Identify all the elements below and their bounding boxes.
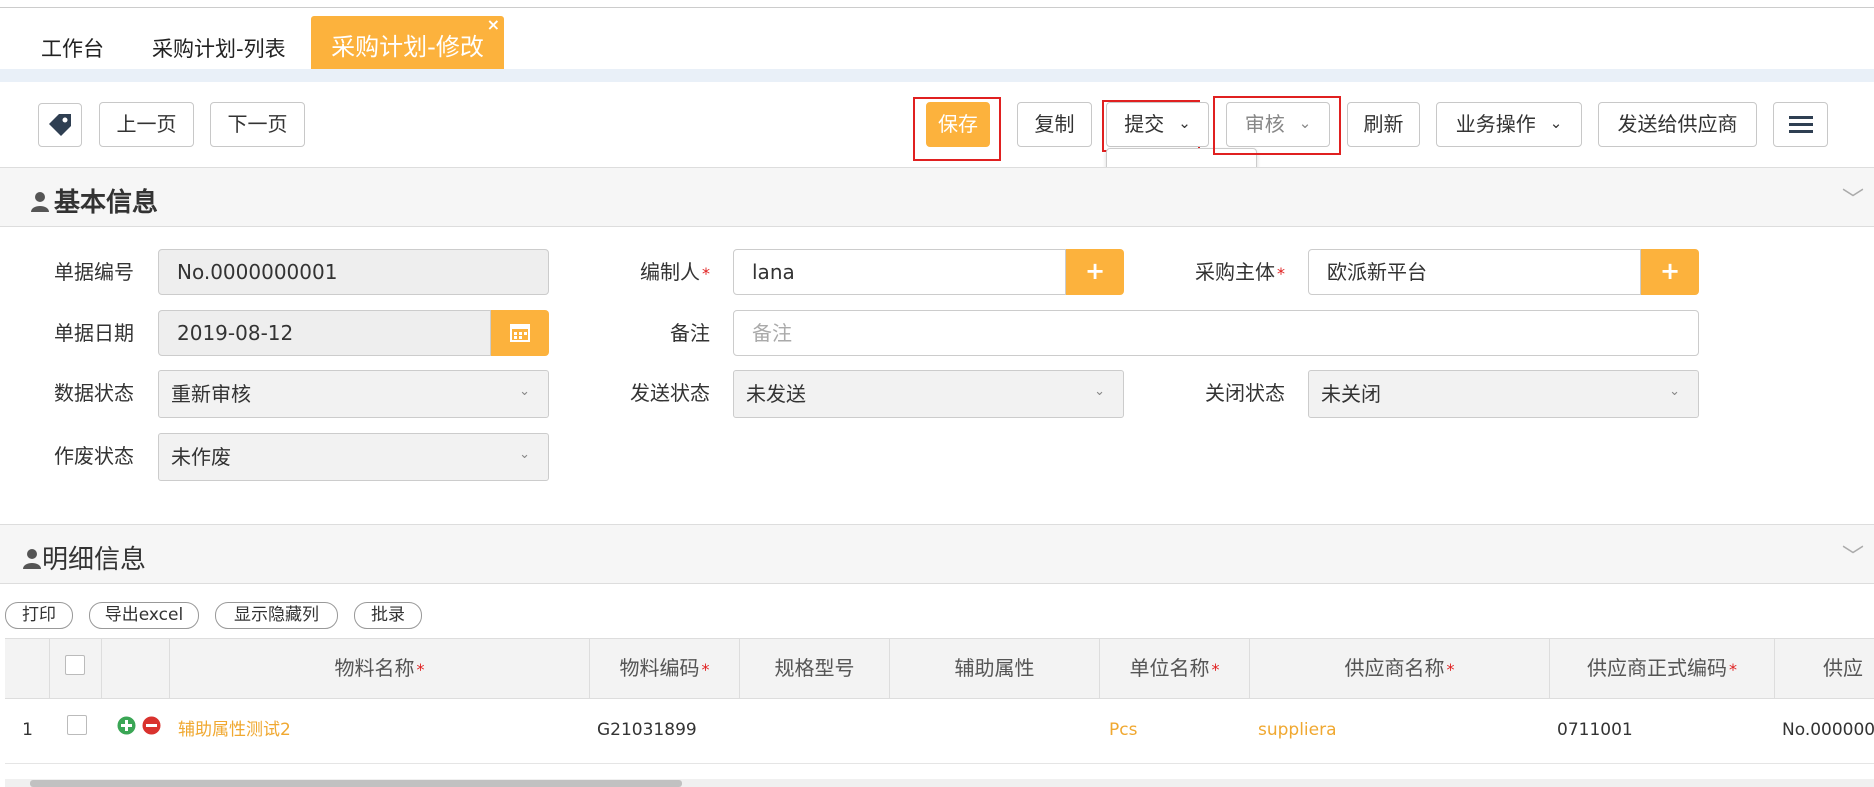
doc-no-field: No.0000000001 (158, 249, 549, 295)
tabbar-divider (0, 69, 1874, 82)
col-unit-name[interactable]: 单位名称 * (1100, 638, 1250, 699)
add-row-icon[interactable] (117, 716, 136, 739)
business-ops-dropdown-button[interactable]: 业务操作 ⌄ (1436, 102, 1582, 147)
batch-entry-button[interactable]: 批录 (354, 602, 422, 629)
tag-button[interactable] (38, 103, 82, 147)
col-index-header (5, 638, 50, 699)
menu-button[interactable] (1773, 102, 1828, 147)
business-ops-label: 业务操作 (1455, 112, 1536, 136)
next-page-button[interactable]: 下一页 (210, 102, 305, 147)
chevron-down-icon: ⌄ (519, 384, 530, 399)
chevron-down-icon: ⌄ (519, 447, 530, 462)
col-aux-attr[interactable]: 辅助属性 (890, 638, 1100, 699)
plus-icon: + (1659, 257, 1681, 285)
author-add-button[interactable]: + (1066, 249, 1124, 295)
calendar-button[interactable] (491, 310, 549, 356)
basic-info-header[interactable]: 基本信息 ﹀ (0, 167, 1874, 227)
review-dropdown-button[interactable]: 审核 ⌄ (1226, 102, 1330, 147)
col-spec[interactable]: 规格型号 (740, 638, 890, 699)
prev-page-button[interactable]: 上一页 (99, 102, 194, 147)
chevron-down-icon: ⌄ (1178, 114, 1191, 132)
cell-supplier-no: No.0000000 (1782, 720, 1874, 740)
close-status-label: 关闭状态 (1205, 381, 1285, 405)
data-status-label: 数据状态 (54, 381, 134, 405)
tab-purchase-plan-edit[interactable]: 采购计划-修改 × (311, 16, 504, 69)
hamburger-icon (1788, 116, 1813, 133)
send-status-label: 发送状态 (630, 381, 710, 405)
chevron-down-icon: ⌄ (1298, 114, 1312, 132)
send-status-select[interactable]: 未发送 ⌄ (733, 370, 1124, 418)
copy-button[interactable]: 复制 (1017, 102, 1092, 147)
row-checkbox[interactable] (67, 715, 87, 735)
cell-material-name[interactable]: 辅助属性测试2 (178, 699, 578, 764)
chevron-down-icon: ⌄ (1549, 114, 1563, 132)
doc-no-label: 单据编号 (54, 260, 134, 284)
data-status-select[interactable]: 重新审核 ⌄ (158, 370, 549, 418)
void-status-label: 作废状态 (54, 444, 134, 468)
col-select-header (50, 638, 102, 699)
author-field[interactable]: lana (733, 249, 1066, 295)
cell-aux-attr (897, 699, 1097, 764)
plus-icon: + (1084, 257, 1106, 285)
doc-date-field[interactable]: 2019-08-12 (158, 310, 491, 356)
col-material-name[interactable]: 物料名称 * (170, 638, 590, 699)
void-status-select[interactable]: 未作废 ⌄ (158, 433, 549, 481)
scrollbar-thumb[interactable] (30, 780, 682, 787)
tab-active-label: 采购计划-修改 (331, 33, 484, 61)
tab-purchase-plan-list[interactable]: 采购计划-列表 (140, 16, 298, 69)
chevron-down-icon: ⌄ (1094, 384, 1105, 399)
toggle-columns-button[interactable]: 显示隐藏列 (215, 602, 338, 629)
close-status-select[interactable]: 未关闭 ⌄ (1308, 370, 1699, 418)
chevron-down-icon: ⌄ (1669, 384, 1680, 399)
calendar-icon (510, 324, 530, 342)
cell-material-code: G21031899 (597, 720, 697, 740)
export-excel-button[interactable]: 导出excel (89, 602, 199, 629)
cell-spec (747, 699, 887, 764)
send-to-supplier-button[interactable]: 发送给供应商 (1598, 102, 1757, 147)
col-material-code[interactable]: 物料编码 * (590, 638, 740, 699)
chevron-down-icon[interactable]: ﹀ (1842, 182, 1864, 214)
detail-info-title: 明细信息 (22, 539, 146, 576)
submit-label: 提交 (1124, 112, 1165, 136)
submit-dropdown-button[interactable]: 提交 ⌄ (1106, 102, 1209, 147)
author-label: 编制人 * (640, 260, 710, 284)
note-label: 备注 (670, 321, 710, 345)
doc-date-label: 单据日期 (54, 321, 134, 345)
tag-icon (49, 114, 71, 136)
col-supplier-code[interactable]: 供应商正式编码 * (1550, 638, 1775, 699)
cell-unit[interactable]: Pcs (1109, 699, 1249, 764)
save-button[interactable]: 保存 (926, 102, 990, 147)
subject-field[interactable]: 欧派新平台 (1308, 249, 1641, 295)
user-icon (23, 549, 41, 569)
subject-label: 采购主体 * (1195, 260, 1285, 284)
select-all-checkbox[interactable] (65, 655, 85, 675)
top-border (0, 7, 1874, 8)
tab-workbench[interactable]: 工作台 (29, 16, 116, 69)
cell-supplier-name[interactable]: suppliera (1258, 699, 1548, 764)
note-field[interactable]: 备注 (733, 310, 1699, 356)
col-supplier-name[interactable]: 供应商名称 * (1250, 638, 1550, 699)
close-icon[interactable]: × (487, 16, 500, 34)
basic-info-title: 基本信息 (30, 182, 158, 219)
refresh-button[interactable]: 刷新 (1347, 102, 1420, 147)
chevron-down-icon[interactable]: ﹀ (1842, 539, 1864, 571)
user-icon (31, 192, 49, 212)
col-actions-header (102, 638, 170, 699)
print-button[interactable]: 打印 (5, 602, 73, 629)
row-index: 1 (22, 720, 33, 740)
review-label: 审核 (1244, 112, 1285, 136)
col-supplier-no[interactable]: 供应商 (1775, 638, 1874, 741)
remove-row-icon[interactable] (142, 716, 161, 739)
cell-supplier-code: 0711001 (1557, 720, 1633, 740)
subject-add-button[interactable]: + (1641, 249, 1699, 295)
detail-info-header[interactable]: 明细信息 ﹀ (0, 524, 1874, 584)
